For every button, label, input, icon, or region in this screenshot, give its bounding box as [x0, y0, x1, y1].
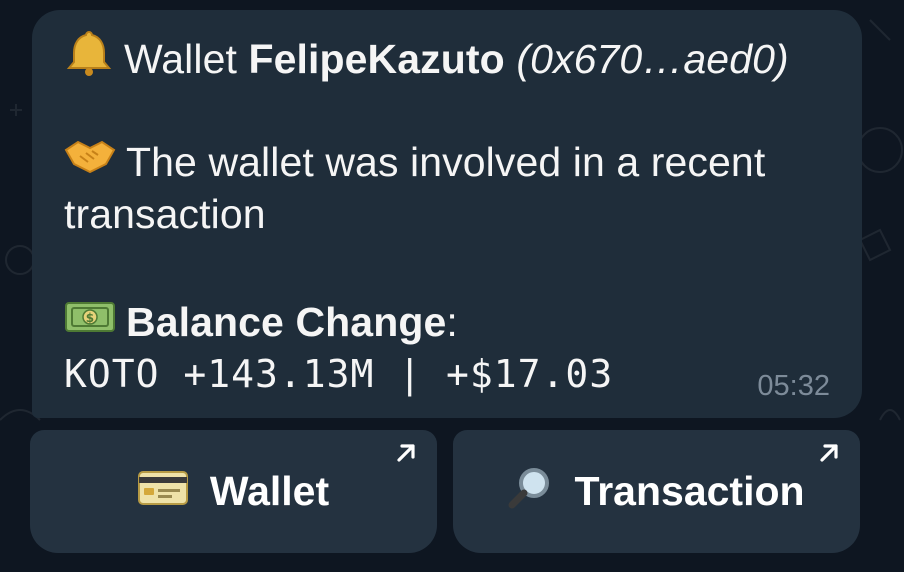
- balance-change-value: KOTO +143.13M | +$17.03: [64, 352, 614, 396]
- external-arrow-icon: [820, 444, 838, 462]
- message-time: 05:32: [757, 370, 830, 402]
- wallet-title-line: Wallet FelipeKazuto (0x670…aed0): [64, 30, 789, 92]
- involvement-line: The wallet was involved in a recent: [64, 138, 765, 190]
- wallet-name: FelipeKazuto: [248, 35, 505, 82]
- bell-icon: [64, 28, 114, 88]
- svg-text:$: $: [86, 311, 94, 325]
- wallet-prefix: Wallet: [124, 35, 249, 82]
- external-arrow-icon: [397, 444, 415, 462]
- credit-card-icon: [137, 468, 188, 515]
- magnifying-glass-icon: [508, 465, 552, 519]
- wallet-address[interactable]: (0x670…aed0): [516, 36, 788, 82]
- transaction-button-label: Transaction: [574, 468, 805, 514]
- involvement-text: The wallet was involved in a recent: [126, 139, 766, 185]
- balance-change-line: $ Balance Change:: [64, 298, 458, 349]
- balance-change-colon: :: [446, 299, 458, 345]
- handshake-icon: [64, 136, 116, 186]
- dollar-banknote-icon: $: [64, 297, 116, 345]
- wallet-button-label: Wallet: [209, 468, 330, 514]
- transaction-word-line: transaction: [64, 190, 266, 238]
- wallet-button[interactable]: Wallet: [30, 430, 437, 553]
- balance-change-label: Balance Change: [126, 299, 447, 345]
- transaction-text: transaction: [64, 191, 266, 237]
- transaction-button[interactable]: Transaction: [453, 430, 860, 553]
